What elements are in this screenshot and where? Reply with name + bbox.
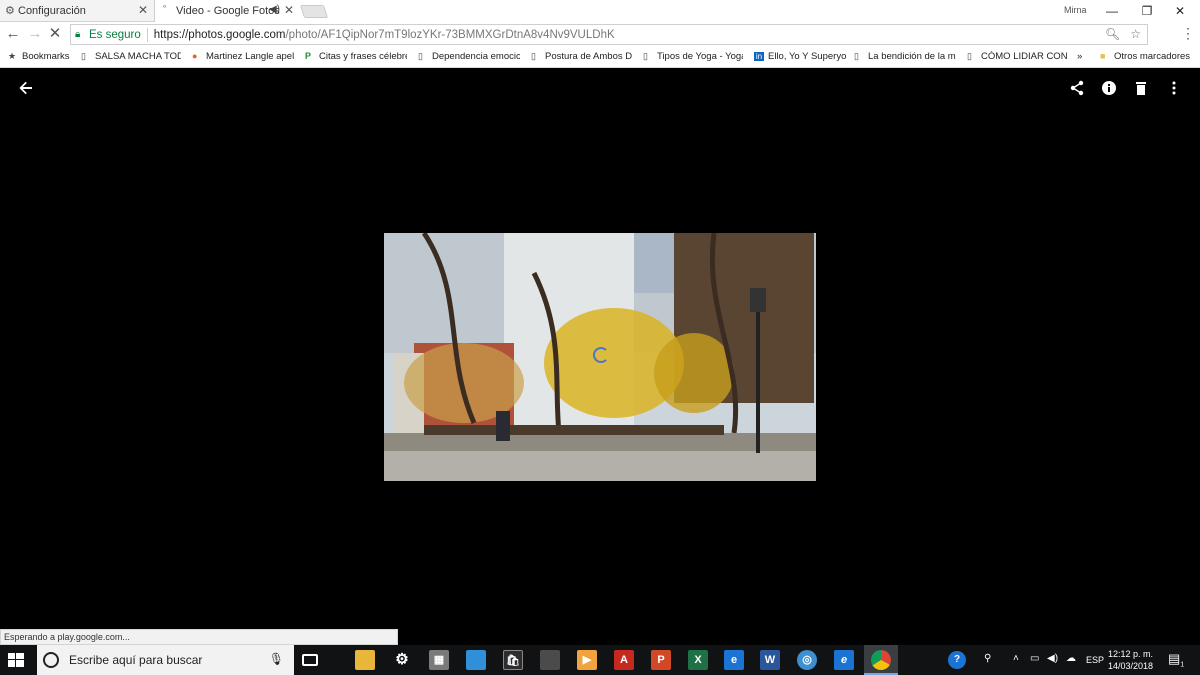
gear-icon: ⚙ [5,5,15,17]
minimize-icon[interactable]: — [1097,2,1127,20]
bookmark-item[interactable]: ★ Bookmarks [8,51,76,62]
photos-icon: ˚ [163,5,167,17]
search-icon[interactable]: 🔍︎ [1105,27,1120,41]
speaker-icon[interactable]: ◀) [269,4,280,15]
app-icon[interactable]: ◎ [797,650,817,670]
share-icon[interactable] [1066,80,1088,102]
bookmark-item[interactable]: ▯ Tipos de Yoga - Yoga [643,51,743,62]
internet-explorer-icon[interactable]: e [834,650,854,670]
delete-icon[interactable] [1130,80,1152,102]
browser-toolbar: ← → ✕ 🔒︎ Es seguro https://photos.google… [0,22,1200,47]
store-icon[interactable]: 🛍︎ [503,650,523,670]
tab-strip: ⚙ Configuración ✕ ˚ Video - Google Fotos… [0,0,1200,22]
taskbar-search[interactable]: Escribe aquí para buscar 🎙︎ [37,645,294,675]
folder-icon: ■ [1100,51,1106,61]
site-icon: ● [192,51,198,61]
close-tab-icon[interactable]: ✕ [284,3,294,17]
photos-app-icon[interactable] [466,650,486,670]
url-path: /photo/AF1QipNor7mT9lozYKr-73BMMXGrDtnA8… [285,28,615,41]
bookmark-item[interactable]: ▯ Postura de Ambos Di [531,51,632,62]
address-bar[interactable]: 🔒︎ Es seguro https://photos.google.com /… [70,24,1148,45]
network-icon[interactable]: ▭ [1030,653,1039,664]
stop-icon[interactable]: ✕ [46,25,64,43]
close-tab-icon[interactable]: ✕ [138,3,148,17]
powerpoint-icon[interactable]: P [651,650,671,670]
p-icon: P [305,51,312,61]
clock-date: 14/03/2018 [1108,661,1154,671]
video-frame[interactable] [384,233,816,481]
page-icon: ▯ [531,51,536,61]
bookmark-item[interactable]: P Citas y frases célebre [305,51,407,62]
back-arrow-icon[interactable] [15,80,37,102]
secure-label[interactable]: Es seguro [89,29,141,41]
word-icon[interactable]: W [760,650,780,670]
settings-icon[interactable]: ⚙ [392,650,412,670]
editor-icon[interactable] [540,650,560,670]
bookmark-star-icon[interactable]: ☆ [1130,27,1141,41]
more-options-icon[interactable] [1163,80,1185,102]
onedrive-icon[interactable]: ☁ [1066,653,1076,664]
page-icon: ▯ [418,51,423,61]
tab-google-fotos[interactable]: ˚ Video - Google Fotos ◀) ✕ [158,0,300,22]
clock-time: 12:12 p. m. [1108,649,1154,659]
microphone-icon[interactable]: 🎙︎ [269,652,284,666]
acrobat-icon[interactable]: A [614,650,634,670]
bookmarks-bar: ★ Bookmarks ▯ SALSA MACHA TODA ● Martinez L… [0,47,1200,68]
lock-icon[interactable]: 🔒︎ [75,29,89,40]
page-icon: ▯ [967,51,972,61]
task-view-icon[interactable] [302,654,318,666]
bookmark-item[interactable]: ▯ Dependencia emocio [418,51,520,62]
page-icon: ▯ [854,51,859,61]
page-icon: ▯ [81,51,86,61]
bookmark-item[interactable]: ▯ SALSA MACHA TODA [81,51,181,62]
windows-start-icon[interactable] [8,653,24,667]
chevron-up-icon[interactable]: ˄ [1013,653,1019,664]
media-player-icon[interactable]: ▶ [577,650,597,670]
info-icon[interactable] [1098,80,1120,102]
chrome-taskbar-button[interactable] [864,645,898,675]
excel-icon[interactable]: X [688,650,708,670]
clock[interactable]: 12:12 p. m. 14/03/2018 [1108,648,1153,672]
back-icon[interactable]: ← [4,25,22,43]
forward-icon[interactable]: → [26,25,44,43]
calculator-icon[interactable]: ▦ [429,650,449,670]
tab-configuracion[interactable]: ⚙ Configuración ✕ [0,0,155,22]
bookmark-item[interactable]: ▯ La bendición de la m [854,51,957,62]
bookmark-item[interactable]: in Ello, Yo Y Superyo [754,51,846,62]
bookmark-item[interactable]: ▯ CÓMO LIDIAR CON S [967,51,1069,62]
bookmark-item[interactable]: ■ Otros marcadores [1100,51,1198,62]
linkedin-icon: in [754,52,764,61]
notification-count: 1 [1180,661,1185,669]
close-window-icon[interactable]: ✕ [1165,2,1195,20]
divider [146,27,148,42]
tab-title: Configuración [18,4,86,17]
new-tab-button[interactable] [299,5,329,18]
loading-spinner [593,347,609,363]
taskbar: Escribe aquí para buscar 🎙︎ ⚙ ▦ 🛍︎ ▶ A P… [0,645,1200,675]
photo-viewer [0,68,1200,645]
page-icon: ▯ [643,51,648,61]
url-host: https://photos.google.com [153,28,286,41]
notifications-icon[interactable]: ▤1 [1168,651,1184,669]
edge-icon[interactable]: e [724,650,744,670]
profile-name[interactable]: Mirna [1064,5,1087,15]
chrome-icon [871,650,891,670]
cortana-icon[interactable] [43,652,59,668]
language-indicator[interactable]: ESP [1086,655,1104,665]
tab-title: Video - Google Fotos [176,5,280,17]
more-bookmarks-button[interactable]: » [1077,51,1091,62]
search-placeholder: Escribe aquí para buscar [69,653,203,667]
status-bubble: Esperando a play.google.com... [0,629,398,645]
bookmark-item[interactable]: ● Martinez Langle apel [192,51,295,62]
restore-icon[interactable]: ❐ [1132,2,1162,20]
chrome-menu-icon[interactable]: ⋮ [1181,25,1195,42]
help-icon[interactable]: ? [948,651,966,669]
star-icon: ★ [8,51,17,61]
people-icon[interactable]: ⚲ [984,653,991,664]
volume-icon[interactable]: ◀) [1047,653,1058,664]
file-explorer-icon[interactable] [355,650,375,670]
